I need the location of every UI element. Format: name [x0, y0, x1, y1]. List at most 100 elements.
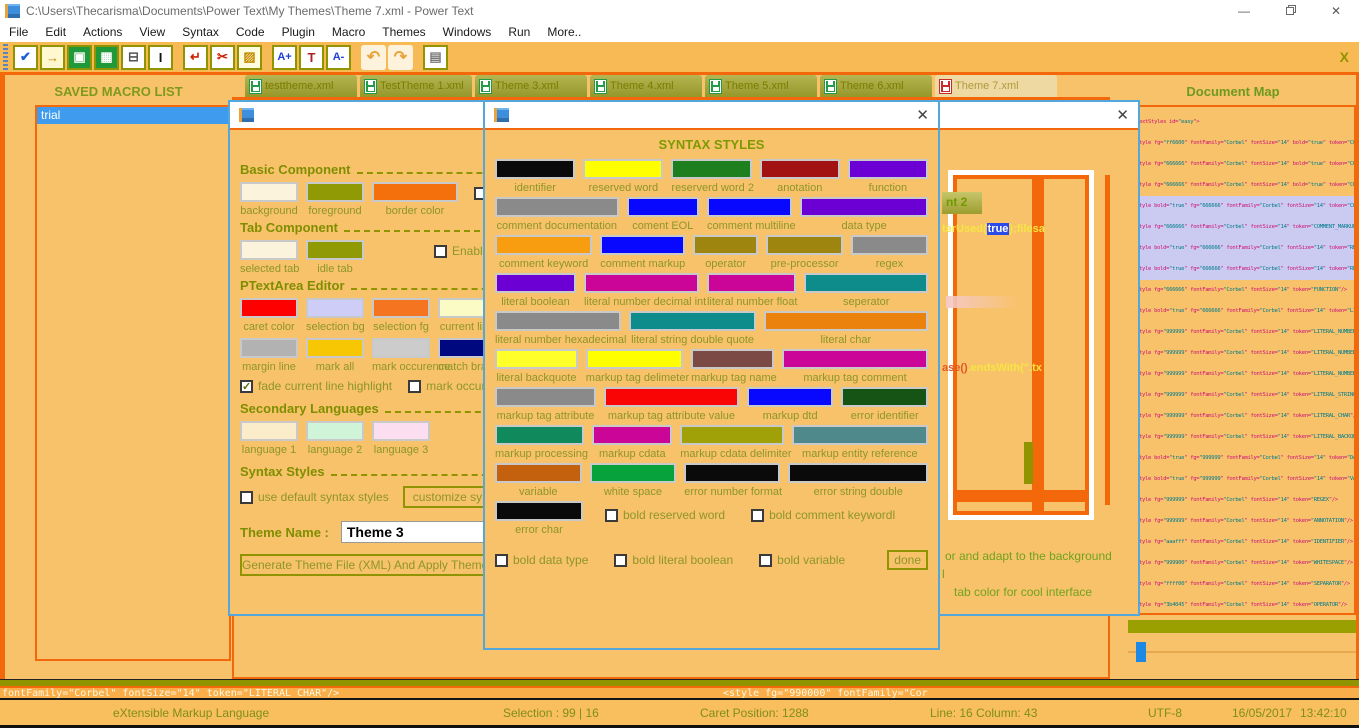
swatch-margin-line[interactable]	[240, 338, 298, 358]
menu-more[interactable]: More..	[547, 25, 581, 39]
swatch-comment-documentation[interactable]	[495, 197, 619, 217]
redo-icon[interactable]: ↷	[388, 44, 413, 70]
font-decrease-icon[interactable]: A-	[326, 44, 351, 70]
swatch-literal-number-decimal-int[interactable]	[583, 273, 699, 293]
generate-theme-button[interactable]: Generate Theme File (XML) And Apply Them…	[240, 554, 488, 576]
bold-variable-checkbox[interactable]: bold variable	[759, 553, 845, 567]
font-increase-icon[interactable]: A+	[272, 44, 297, 70]
swatch-pre-processor[interactable]	[766, 235, 844, 255]
swatch-selected-tab[interactable]	[240, 240, 298, 260]
editor-scrollbar-strip[interactable]	[0, 679, 1359, 686]
bold-reserved-word-checkbox[interactable]: bold reserved word	[605, 508, 725, 522]
swatch-literal-number-hexadecimal[interactable]	[495, 311, 622, 331]
done-button[interactable]: done	[887, 550, 928, 570]
tab-theme-3-xml[interactable]: Theme 3.xml	[475, 75, 587, 97]
menu-plugin[interactable]: Plugin	[282, 25, 315, 39]
swatch-function[interactable]	[847, 159, 929, 179]
new-file-icon[interactable]: ✔	[13, 44, 38, 70]
swatch-markup-dtd[interactable]	[746, 387, 834, 407]
use-default-syntax-styles-checkbox[interactable]: use default syntax styles	[240, 490, 389, 504]
swatch-error-identifier[interactable]	[841, 387, 928, 407]
swatch-identifier[interactable]	[495, 159, 576, 179]
menu-windows[interactable]: Windows	[443, 25, 492, 39]
tab-testtheme-xml[interactable]: testtheme.xml	[245, 75, 357, 97]
swatch-markup-cdata-delimiter[interactable]	[680, 425, 784, 445]
menu-macro[interactable]: Macro	[332, 25, 365, 39]
syntax-styles-titlebar[interactable]: ✕	[485, 102, 938, 130]
fade-current-line-checkbox[interactable]: ✓ fade current line highlight	[240, 379, 392, 393]
tab-theme-6-xml[interactable]: Theme 6.xml	[820, 75, 932, 97]
theme-editor-close-button[interactable]: ✕	[1116, 106, 1129, 124]
swatch-data-type[interactable]	[800, 197, 928, 217]
swatch-literal-char[interactable]	[763, 311, 928, 331]
swatch-literal-number-float[interactable]	[706, 273, 797, 293]
insert-line-icon[interactable]: ↵	[183, 44, 208, 70]
menu-view[interactable]: View	[139, 25, 165, 39]
document-map-box[interactable]: <textStyles id="easy"> <style fg="ff6600"…	[1128, 105, 1356, 615]
swatch-background[interactable]	[240, 182, 298, 202]
swatch-markup-tag-delimeter[interactable]	[585, 349, 684, 369]
document-map-slider-thumb[interactable]	[1136, 642, 1146, 662]
swatch-idle-tab[interactable]	[306, 240, 364, 260]
bold-data-type-checkbox[interactable]: bold data type	[495, 553, 588, 567]
swatch-markup-cdata[interactable]	[592, 425, 673, 445]
swatch-comment-multiline[interactable]	[706, 197, 793, 217]
tab-theme-7-xml[interactable]: Theme 7.xml	[935, 75, 1057, 97]
bold-comment-keywordl-checkbox[interactable]: bold comment keywordl	[751, 508, 895, 522]
menu-edit[interactable]: Edit	[45, 25, 66, 39]
menu-run[interactable]: Run	[508, 25, 530, 39]
save-all-icon[interactable]: ▦	[94, 44, 119, 70]
tab-theme-4-xml[interactable]: Theme 4.xml	[590, 75, 702, 97]
menu-code[interactable]: Code	[236, 25, 265, 39]
swatch-markup-entity-reference[interactable]	[791, 425, 928, 445]
cut-icon[interactable]: ✂	[210, 44, 235, 70]
undo-icon[interactable]: ↶	[361, 44, 386, 70]
swatch-reserverd-word-2[interactable]	[671, 159, 752, 179]
swatch-mark-occurence[interactable]	[372, 338, 430, 358]
swatch-markup-tag-comment[interactable]	[781, 349, 929, 369]
swatch-literal-boolean[interactable]	[495, 273, 576, 293]
swatch-language-1[interactable]	[240, 421, 298, 441]
swatch-caret-color[interactable]	[240, 298, 298, 318]
minimize-button[interactable]: —	[1221, 0, 1267, 22]
swatch-markup-tag-attribute[interactable]	[495, 387, 597, 407]
swatch-language-2[interactable]	[306, 421, 364, 441]
syntax-styles-close-button[interactable]: ✕	[916, 106, 929, 124]
close-button[interactable]: ✕	[1313, 0, 1359, 22]
font-style-icon[interactable]: T	[299, 44, 324, 70]
saved-macro-list[interactable]: trial	[35, 105, 231, 661]
swatch-literal-backquote[interactable]	[495, 349, 578, 369]
swatch-variable[interactable]	[495, 463, 582, 483]
swatch-reserved-word[interactable]	[583, 159, 664, 179]
text-cursor-icon[interactable]: I	[148, 44, 173, 70]
swatch-markup-tag-attribute-value[interactable]	[604, 387, 739, 407]
swatch-language-3[interactable]	[372, 421, 430, 441]
swatch-error-number-format[interactable]	[684, 463, 781, 483]
toolbar-grip[interactable]	[3, 44, 8, 70]
swatch-seperator[interactable]	[804, 273, 928, 293]
swatch-markup-tag-name[interactable]	[691, 349, 774, 369]
menu-actions[interactable]: Actions	[83, 25, 122, 39]
save-file-icon[interactable]: ▣	[67, 44, 92, 70]
swatch-white-space[interactable]	[589, 463, 677, 483]
swatch-literal-string-double-quote[interactable]	[629, 311, 756, 331]
swatch-markup-processing[interactable]	[495, 425, 585, 445]
swatch-foreground[interactable]	[306, 182, 364, 202]
tab-theme-5-xml[interactable]: Theme 5.xml	[705, 75, 817, 97]
menu-syntax[interactable]: Syntax	[182, 25, 219, 39]
swatch-comment-markup[interactable]	[600, 235, 686, 255]
toolbar-close-button[interactable]: X	[1340, 49, 1349, 65]
paste-icon[interactable]: ▨	[237, 44, 262, 70]
print-icon[interactable]: ⊟	[121, 44, 146, 70]
swatch-border-color[interactable]	[372, 182, 458, 202]
swatch-anotation[interactable]	[759, 159, 840, 179]
swatch-selection-fg[interactable]	[372, 298, 430, 318]
menu-themes[interactable]: Themes	[382, 25, 425, 39]
swatch-selection-bg[interactable]	[306, 298, 364, 318]
swatch-regex[interactable]	[851, 235, 928, 255]
tab-testtheme-1-xml[interactable]: TestTheme 1.xml	[360, 75, 472, 97]
open-file-icon[interactable]: →	[40, 44, 65, 70]
notes-icon[interactable]: ▤	[423, 44, 448, 70]
restore-button[interactable]	[1267, 0, 1313, 22]
menu-file[interactable]: File	[9, 25, 28, 39]
